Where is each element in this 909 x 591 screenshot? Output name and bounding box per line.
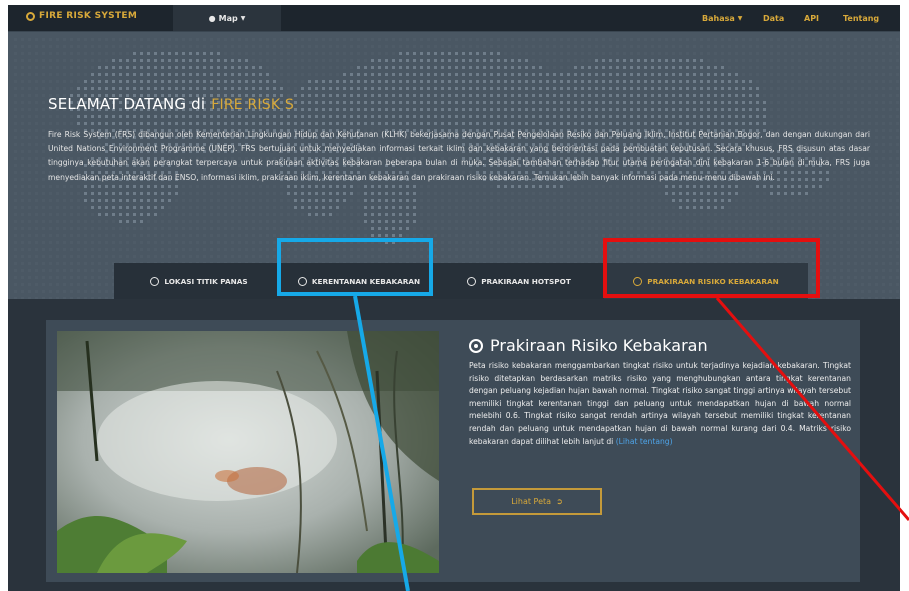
tab-label: PRAKIRAAN HOTSPOT (481, 276, 571, 286)
welcome-text: SELAMAT DATANG di (48, 95, 206, 113)
forest-fire-image (57, 331, 439, 573)
language-menu-label: Bahasa (702, 13, 735, 23)
tab-prakiraan-hotspot[interactable]: PRAKIRAAN HOTSPOT (434, 263, 604, 299)
map-sign-icon: ➲ (556, 497, 563, 506)
view-map-label: Lihat Peta (511, 497, 552, 506)
intro-paragraph: Fire Risk System (FRS) dibangun oleh Kem… (48, 130, 870, 182)
brand-label: FIRE RISK SYSTEM (39, 11, 138, 21)
annotation-box-red (603, 238, 820, 298)
panel-title: Prakiraan Risiko Kebakaran (469, 336, 708, 355)
map-menu-label: Map (218, 13, 238, 23)
welcome-heading: SELAMAT DATANG di FIRE RISK S (48, 95, 294, 113)
map-menu[interactable]: ● Map ▼ (173, 5, 281, 31)
about-link[interactable]: (Lihat tentang) (616, 437, 673, 446)
tab-icon (467, 276, 477, 286)
forest-fire-photo (57, 331, 439, 573)
language-menu[interactable]: Bahasa ▼ (702, 5, 742, 31)
caret-down-icon: ▼ (737, 14, 743, 22)
globe-icon: ● (208, 13, 216, 23)
panel-title-text: Prakiraan Risiko Kebakaran (490, 336, 708, 355)
welcome-highlight: FIRE RISK S (211, 97, 294, 113)
tab-lokasi-titik-panas[interactable]: LOKASI TITIK PANAS (114, 263, 284, 299)
brand-link[interactable]: FIRE RISK SYSTEM (26, 11, 137, 21)
tab-icon (150, 276, 160, 286)
shield-icon (26, 11, 35, 21)
top-navbar: FIRE RISK SYSTEM ● Map ▼ Bahasa ▼ Data A… (8, 5, 900, 32)
view-map-button[interactable]: Lihat Peta ➲ (472, 488, 602, 515)
annotation-box-blue (277, 238, 433, 296)
fire-risk-icon (469, 338, 483, 353)
tab-label: LOKASI TITIK PANAS (164, 276, 248, 286)
caret-down-icon: ▼ (240, 14, 246, 22)
tentang-link[interactable]: Tentang (843, 5, 879, 31)
panel-description-text: Peta risiko kebakaran menggambarkan ting… (469, 361, 851, 446)
panel-description: Peta risiko kebakaran menggambarkan ting… (469, 360, 851, 448)
data-link[interactable]: Data (763, 5, 784, 31)
api-link[interactable]: API (804, 5, 819, 31)
